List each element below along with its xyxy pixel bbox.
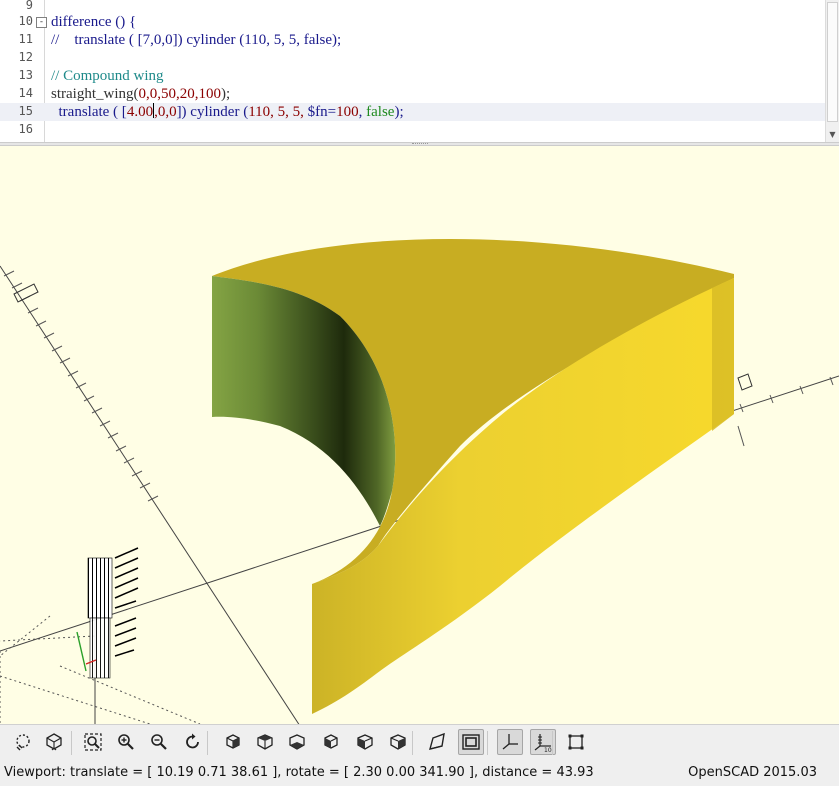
toolbar-separator bbox=[412, 731, 413, 755]
perspective-button[interactable] bbox=[424, 729, 450, 755]
wing-model bbox=[212, 238, 734, 714]
code-editor[interactable]: 9 10- difference () {11// translate ( [7,0… bbox=[0, 0, 839, 142]
line-number: 10 bbox=[18, 14, 33, 28]
code-token: 4.00 bbox=[126, 104, 154, 120]
code-token: difference () { bbox=[51, 14, 137, 30]
code-line[interactable]: 14 straight_wing(0,0,50,20,100); bbox=[0, 85, 826, 103]
view-right-button[interactable] bbox=[219, 729, 245, 755]
svg-text:10: 10 bbox=[544, 747, 552, 752]
code-token: false bbox=[366, 104, 395, 120]
line-number: 11 bbox=[18, 32, 33, 46]
3d-scene bbox=[0, 238, 839, 724]
viewport-status-text: Viewport: translate = [ 10.19 0.71 38.61… bbox=[4, 765, 594, 780]
show-edges-button[interactable] bbox=[563, 729, 589, 755]
view-front-icon bbox=[357, 734, 373, 750]
edges-icon bbox=[568, 734, 584, 750]
app-version-label: OpenSCAD 2015.03 bbox=[688, 765, 817, 780]
code-line[interactable]: 13 // Compound wing bbox=[0, 67, 826, 85]
code-line[interactable]: 15 translate ( [4.00,0,0]) cylinder (110… bbox=[0, 103, 826, 121]
render-icon bbox=[46, 733, 62, 751]
toolbar-separator bbox=[552, 731, 553, 755]
view-top-icon bbox=[257, 734, 273, 750]
view-top-button[interactable] bbox=[252, 729, 278, 755]
viewport-toolbar: 10 bbox=[0, 724, 839, 761]
code-token: 100 bbox=[336, 104, 359, 120]
line-number: 15 bbox=[18, 104, 33, 118]
code-line[interactable]: 12 bbox=[0, 49, 826, 67]
editor-vertical-scrollbar[interactable]: ▼ bbox=[825, 0, 839, 142]
code-token: 110, 5, 5, bbox=[248, 104, 308, 120]
zoom-out-button[interactable] bbox=[146, 729, 172, 755]
code-line[interactable]: 11 // translate ( [7,0,0]) cylinder (110,… bbox=[0, 31, 826, 49]
code-text[interactable]: // translate ( [7,0,0]) cylinder (110, 5… bbox=[51, 31, 341, 49]
view-back-button[interactable] bbox=[385, 729, 411, 755]
axes-icon bbox=[502, 734, 518, 750]
line-number: 9 bbox=[25, 0, 33, 12]
show-axes-button[interactable] bbox=[497, 729, 523, 755]
view-all-icon bbox=[84, 733, 102, 751]
perspective-icon bbox=[429, 732, 445, 750]
reset-view-icon bbox=[186, 733, 199, 749]
line-number: 16 bbox=[18, 122, 33, 136]
fold-toggle-icon[interactable]: - bbox=[36, 17, 47, 28]
line-number: 12 bbox=[18, 50, 33, 64]
view-bottom-icon bbox=[289, 734, 305, 750]
code-token: // translate ( [7,0,0]) cylinder (110, 5… bbox=[51, 32, 342, 48]
code-token: ); bbox=[394, 104, 404, 120]
scale-markers-icon: 10 bbox=[534, 734, 552, 752]
view-front-button[interactable] bbox=[352, 729, 378, 755]
zoom-out-icon bbox=[151, 734, 167, 750]
code-text[interactable]: difference () { bbox=[51, 13, 136, 31]
scrollbar-thumb[interactable] bbox=[827, 2, 838, 122]
wing-end-face bbox=[712, 278, 734, 431]
code-token: straight_wing( bbox=[51, 86, 139, 102]
code-token: $fn= bbox=[307, 104, 337, 120]
origin-scale-marker bbox=[76, 547, 139, 679]
toolbar-separator bbox=[207, 731, 208, 755]
zoom-in-button[interactable] bbox=[113, 729, 139, 755]
code-text[interactable]: straight_wing(0,0,50,20,100); bbox=[51, 85, 230, 103]
toolbar-separator bbox=[71, 731, 72, 755]
line-number: 13 bbox=[18, 68, 33, 82]
code-text[interactable]: translate ( [4.00,0,0]) cylinder (110, 5… bbox=[51, 103, 404, 121]
orthogonal-button[interactable] bbox=[458, 729, 484, 755]
code-token: translate ( [ bbox=[51, 104, 127, 120]
zoom-in-icon bbox=[118, 734, 134, 750]
render-button[interactable] bbox=[41, 729, 67, 755]
code-token: ,0,0 bbox=[154, 104, 177, 120]
toolbar-separator bbox=[487, 731, 488, 755]
code-line[interactable]: 16 bbox=[0, 121, 826, 139]
code-text[interactable]: // Compound wing bbox=[51, 67, 164, 85]
code-token: 0,0,50,20,100 bbox=[138, 86, 222, 102]
line-number: 14 bbox=[18, 86, 33, 100]
code-line[interactable]: 10- difference () { bbox=[0, 13, 826, 31]
code-token: ); bbox=[221, 86, 231, 102]
view-right-icon bbox=[226, 734, 240, 749]
view-bottom-button[interactable] bbox=[284, 729, 310, 755]
view-left-icon bbox=[324, 734, 338, 749]
view-all-button[interactable] bbox=[80, 729, 106, 755]
orthogonal-icon bbox=[462, 734, 480, 750]
3d-viewport[interactable] bbox=[0, 146, 839, 724]
code-token: , bbox=[358, 104, 367, 120]
view-left-button[interactable] bbox=[319, 729, 345, 755]
code-token: // Compound wing bbox=[51, 68, 164, 84]
scroll-down-arrow-icon[interactable]: ▼ bbox=[826, 130, 839, 140]
status-bar: Viewport: translate = [ 10.19 0.71 38.61… bbox=[0, 761, 839, 786]
code-token: ]) cylinder ( bbox=[176, 104, 249, 120]
preview-button[interactable] bbox=[10, 729, 36, 755]
reset-view-button[interactable] bbox=[180, 729, 206, 755]
view-back-icon bbox=[390, 734, 406, 750]
preview-icon bbox=[16, 734, 30, 751]
